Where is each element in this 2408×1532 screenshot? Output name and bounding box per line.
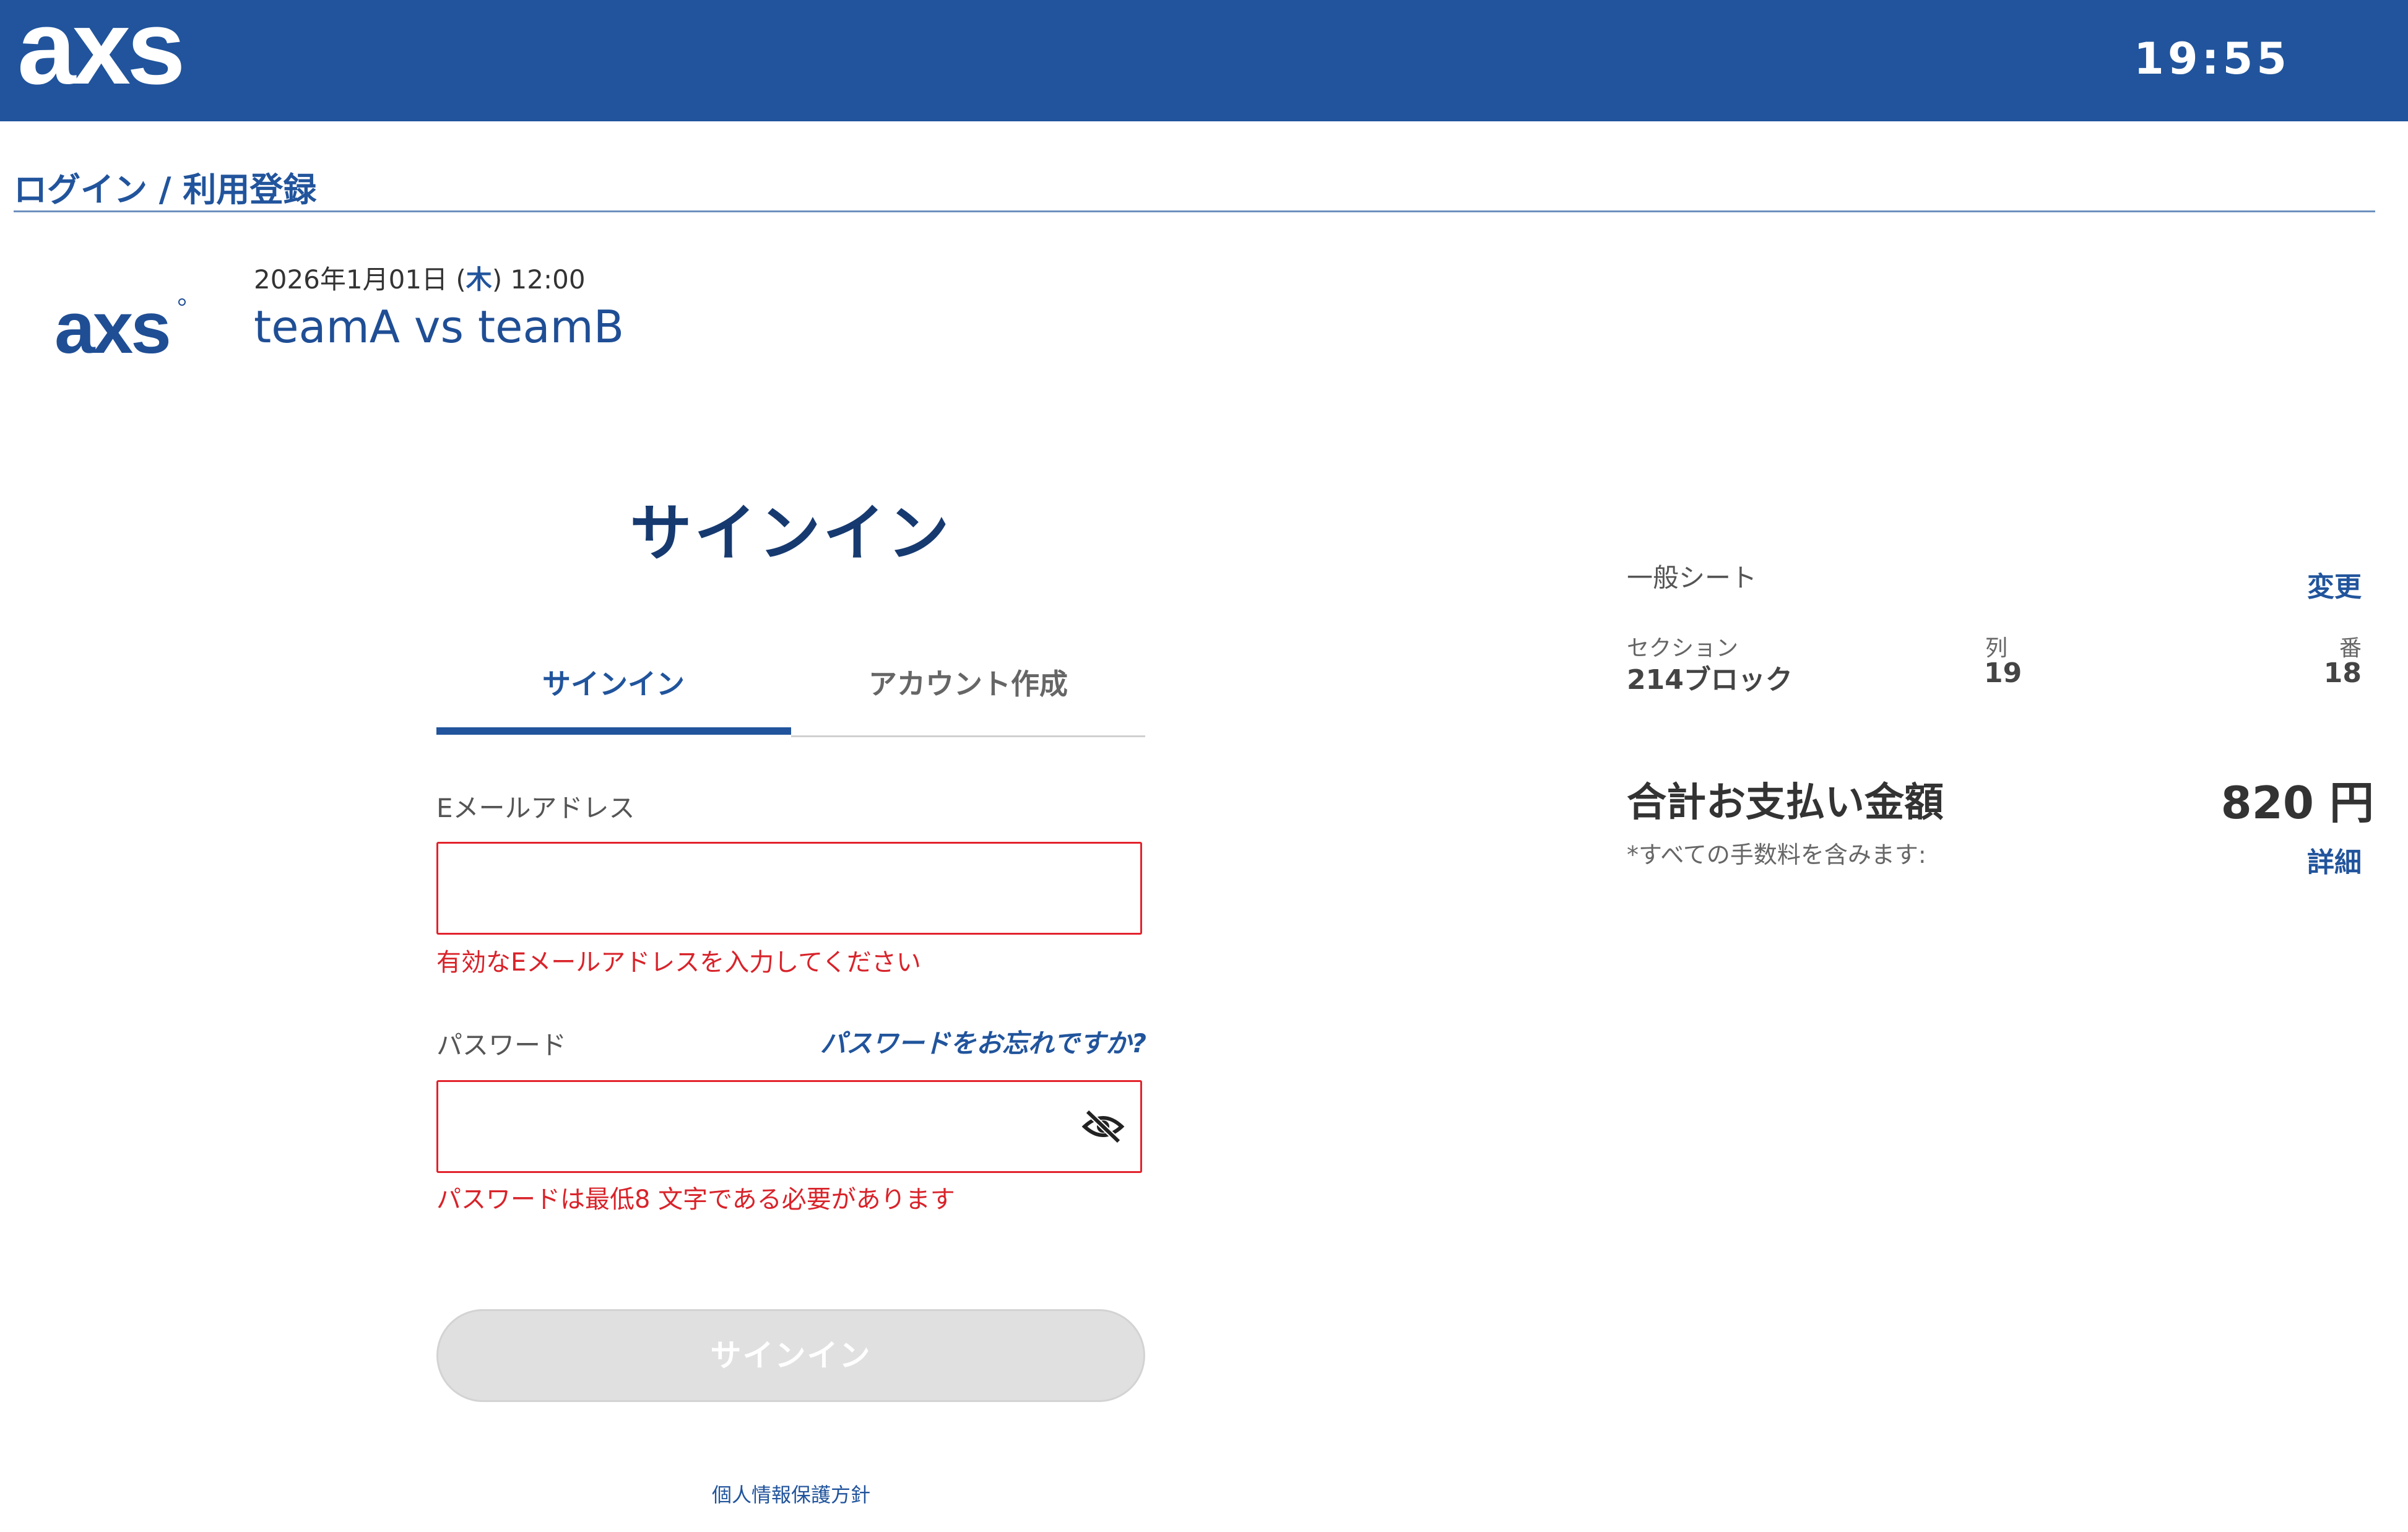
section-value: 214ブロック [1627,664,1793,696]
signin-heading: サインイン [630,497,952,569]
tab-signin[interactable]: サインイン [436,665,790,734]
axs-logo[interactable]: axs [17,0,246,105]
password-field[interactable] [436,1080,1142,1173]
email-label: Eメールアドレス [436,793,635,823]
password-error-message: パスワードは最低8 文字である必要があります [436,1185,955,1214]
breadcrumb-divider [14,210,2375,212]
svg-text:axs: axs [17,0,182,105]
seat-number-value: 18 [2323,657,2362,689]
svg-text:axs: axs [54,291,169,365]
change-seat-link[interactable]: 変更 [2307,565,2362,604]
details-link[interactable]: 詳細 [2307,840,2362,880]
signin-submit-button[interactable]: サインイン [436,1309,1145,1402]
event-title: teamA vs teamB [254,301,625,353]
eye-slash-icon[interactable] [1081,1108,1125,1145]
total-label: 合計お支払い金額 [1627,780,1944,826]
top-header-bar: axs 19:55 [0,0,2408,121]
privacy-policy-link[interactable]: 個人情報保護方針 [712,1479,870,1508]
fee-note: *すべての手数料を含みます: [1627,841,1926,868]
event-axs-logo: axs [54,291,186,365]
event-date: 2026年1月01日 (木) 12:00 [254,264,586,295]
page-breadcrumb: ログイン / 利用登録 [14,170,317,209]
email-error-message: 有効なEメールアドレスを入力してください [436,948,921,977]
tab-create-account[interactable]: アカウント作成 [791,665,1145,734]
row-value: 19 [1984,657,2022,689]
forgot-password-link[interactable]: パスワードをお忘れですか? [820,1023,1146,1060]
seat-type: 一般シート [1627,563,1757,593]
active-tab-indicator [436,727,791,735]
email-field[interactable] [436,842,1142,935]
total-amount: 820 円 [2220,777,2374,829]
event-weekday: 木 [466,264,492,295]
password-label: パスワード [436,1030,567,1060]
countdown-timer: 19:55 [2134,33,2290,84]
tab-divider [791,735,1145,737]
